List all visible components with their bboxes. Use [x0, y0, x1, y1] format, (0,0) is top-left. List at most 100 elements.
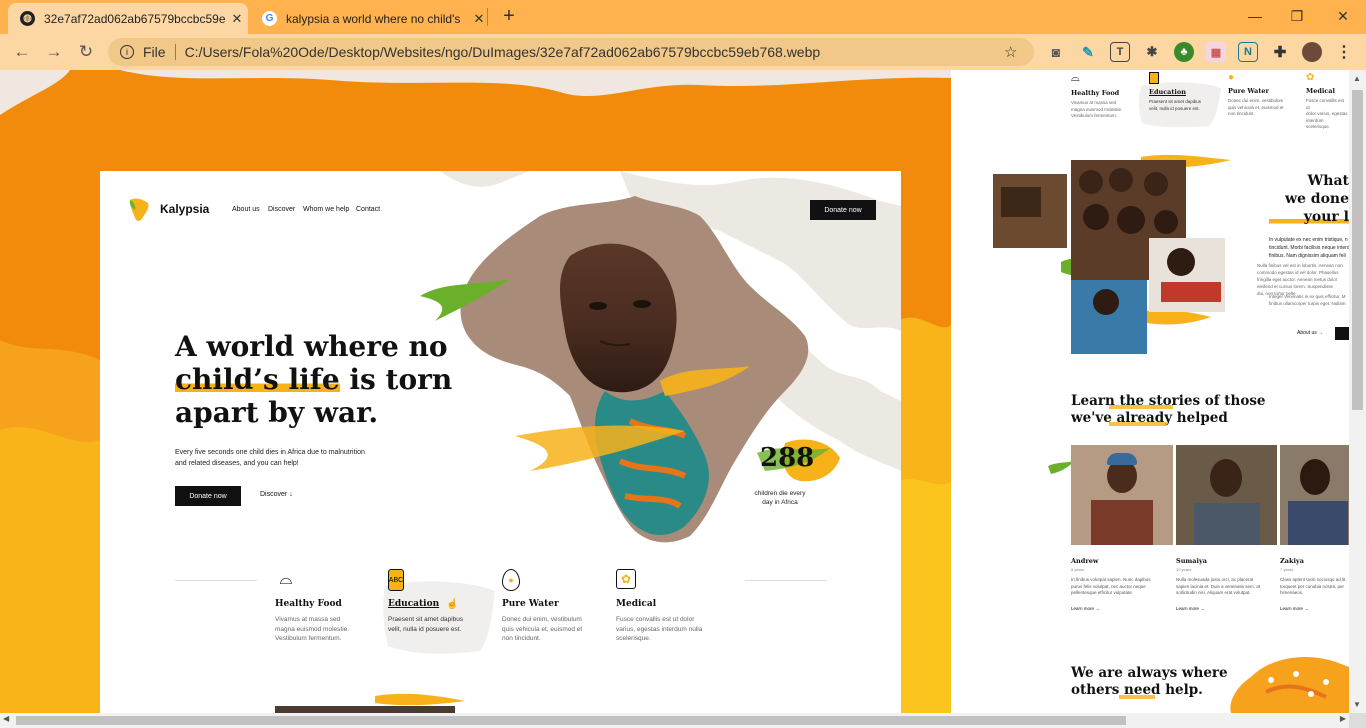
- nav-about-us[interactable]: About us: [232, 206, 260, 213]
- person-name: Andrew: [1071, 557, 1099, 565]
- about-us-link[interactable]: About us →: [1297, 330, 1323, 336]
- new-tab-button[interactable]: +: [498, 5, 520, 27]
- right-service-pure-water[interactable]: ● Pure Water Donec dui enim, vestibulum …: [1228, 72, 1284, 118]
- close-tab-icon[interactable]: ✕: [226, 11, 248, 27]
- bookmark-star-icon[interactable]: ☆: [1004, 43, 1028, 61]
- omni-divider: [174, 44, 176, 60]
- learn-more-link[interactable]: Learn more →: [1071, 606, 1151, 611]
- stories-title: Learn the stories of those we've already…: [1071, 393, 1266, 427]
- service-desc-line: Vivamus at massa sed: [275, 616, 341, 623]
- nav-whom-we-help[interactable]: Whom we help: [303, 206, 349, 213]
- n-extension-icon[interactable]: N: [1238, 42, 1258, 62]
- book-abc-icon: ABC: [388, 569, 404, 591]
- hero-donate-button[interactable]: Donate now: [175, 486, 241, 506]
- book-abc-icon: [1149, 72, 1159, 84]
- camera-icon[interactable]: ◙: [1046, 42, 1066, 62]
- about-link-label: About us: [1297, 330, 1317, 336]
- africa-map-dots: [1230, 657, 1349, 713]
- person-name: Zakiya: [1280, 557, 1304, 565]
- cursor-hand-icon: ☝: [446, 599, 459, 610]
- tab-divider: [487, 8, 488, 26]
- reload-icon[interactable]: ↻: [74, 40, 98, 64]
- medical-cross-icon: ✿: [1306, 72, 1315, 83]
- what-small-line: Nulla finibus vel est in lobortis. Aenea…: [1257, 263, 1343, 268]
- service-healthy-food[interactable]: ⌓ Healthy Food Vivamus at massa sed magn…: [275, 569, 349, 644]
- puzzle-icon[interactable]: ✚: [1270, 42, 1290, 62]
- stat-label-line-1: children die every: [754, 490, 806, 497]
- scroll-right-icon[interactable]: ▶: [1340, 714, 1346, 723]
- water-drop-icon: ●: [1228, 72, 1235, 83]
- service-desc-line: scelerisque.: [616, 635, 651, 642]
- close-window-icon[interactable]: ✕: [1331, 6, 1355, 26]
- brand-name[interactable]: Kalypsia: [160, 202, 209, 216]
- hero-highlight: child’s life: [175, 363, 340, 396]
- service-title: Pure Water: [1228, 87, 1269, 95]
- scroll-left-icon[interactable]: ◀: [3, 714, 9, 723]
- nav-contact[interactable]: Contact: [356, 206, 380, 213]
- next-section-image-peek: [275, 693, 465, 713]
- hero-sub-line-2: and related diseases, and you can help!: [175, 460, 299, 467]
- sumaiya-photo[interactable]: [1176, 445, 1277, 545]
- pattern-icon[interactable]: ▦: [1206, 42, 1226, 62]
- minimize-icon[interactable]: —: [1243, 6, 1267, 26]
- zakiya-card: Zakiya 7 years Class aptent taciti socio…: [1280, 557, 1349, 611]
- scroll-up-icon[interactable]: ▲: [1353, 74, 1361, 83]
- person-text-line: Class aptent taciti sociosqu ad lit: [1280, 577, 1346, 582]
- person-text-line: sollicitudin nisi. Aliquam erat volutpat…: [1176, 590, 1251, 595]
- zakiya-photo[interactable]: [1280, 445, 1349, 545]
- service-desc-line: scelerisque.: [1306, 124, 1331, 129]
- green-brush-decor: [420, 279, 510, 321]
- service-pure-water[interactable]: ● Pure Water Donec dui enim, vestibulum …: [502, 569, 582, 644]
- scroll-down-icon[interactable]: ▼: [1353, 700, 1361, 709]
- tree-icon[interactable]: ♣: [1174, 42, 1194, 62]
- forward-icon[interactable]: →: [42, 40, 66, 64]
- eyedropper-icon[interactable]: ✎: [1078, 42, 1098, 62]
- learn-more-link[interactable]: Learn more →: [1280, 606, 1349, 611]
- service-desc-line: Donec dui enim, vestibulum: [502, 616, 582, 623]
- address-bar[interactable]: i File C:/Users/Fola%20Ode/Desktop/Websi…: [108, 38, 1034, 66]
- header-donate-button[interactable]: Donate now: [810, 200, 876, 220]
- service-desc: Vivamus at massa sed magna euismod moles…: [275, 615, 349, 644]
- bug-icon[interactable]: ✱: [1142, 42, 1162, 62]
- hero-discover-link[interactable]: Discover ↓: [260, 491, 293, 498]
- what-title-line: we done: [1284, 191, 1349, 207]
- globe-icon: ◍: [20, 11, 35, 26]
- person-text-line: In finibus volutpat sapien. Nunc dapibus: [1071, 577, 1151, 582]
- service-desc-line: Vestibulum fermentum.: [275, 635, 342, 642]
- stat-label: children die every day in Africa: [740, 489, 820, 507]
- donate-button-peek[interactable]: [1335, 327, 1349, 340]
- hero-headline: A world where no child’s life is torn ap…: [175, 330, 452, 429]
- service-title: Medical: [1306, 87, 1335, 95]
- right-service-medical[interactable]: ✿ Medical Fusce convallis est ut dolor v…: [1306, 72, 1349, 131]
- restore-icon[interactable]: ❐: [1285, 6, 1309, 26]
- service-medical[interactable]: ✿ Medical Fusce convallis est ut dolor v…: [616, 569, 702, 644]
- kalypsia-logo-icon[interactable]: [124, 194, 154, 224]
- what-small-line: Integer venenatis in ex quis efficitur. …: [1269, 294, 1346, 299]
- service-title: Pure Water: [502, 599, 559, 609]
- service-desc: Praesent sit amet dapibus velit, nulla i…: [388, 615, 463, 634]
- vertical-scrollbar[interactable]: ▲ ▼: [1349, 70, 1366, 713]
- yellow-brush-decor: [660, 366, 750, 396]
- andrew-photo[interactable]: [1071, 445, 1173, 545]
- horizontal-scrollbar[interactable]: ◀ ▶: [0, 713, 1349, 728]
- tab-active[interactable]: ◍ 32e7af72ad062ab67579bccbc59e ✕: [8, 3, 248, 34]
- vertical-scroll-thumb[interactable]: [1352, 90, 1363, 410]
- stories-highlight: [1109, 422, 1167, 426]
- text-t-icon[interactable]: T: [1110, 42, 1130, 62]
- yellow-brush-decor-2: [515, 425, 685, 471]
- stories-highlight: [1109, 405, 1173, 409]
- learn-more-link[interactable]: Learn more →: [1176, 606, 1260, 611]
- menu-dots-icon[interactable]: ⋮: [1334, 42, 1354, 62]
- hero-line-2: child’s life is torn: [175, 363, 452, 396]
- back-icon[interactable]: ←: [10, 40, 34, 64]
- avatar[interactable]: [1302, 42, 1322, 62]
- horizontal-scroll-thumb[interactable]: [16, 716, 1126, 725]
- info-icon[interactable]: i: [120, 45, 134, 59]
- person-text-line: pellentesque efficitur vulputate.: [1071, 590, 1133, 595]
- right-service-healthy-food[interactable]: ⌓ Healthy Food Vivamus at massa sed magn…: [1071, 72, 1122, 120]
- right-service-education[interactable]: Education Praesent sit amet dapibus veli…: [1149, 72, 1201, 112]
- nav-discover[interactable]: Discover: [268, 206, 295, 213]
- person-text-line: himenaeos.: [1280, 590, 1304, 595]
- service-desc-line: non tincidunt.: [1228, 111, 1255, 116]
- tab-inactive[interactable]: G kalypsia a world where no child's ✕: [250, 3, 490, 34]
